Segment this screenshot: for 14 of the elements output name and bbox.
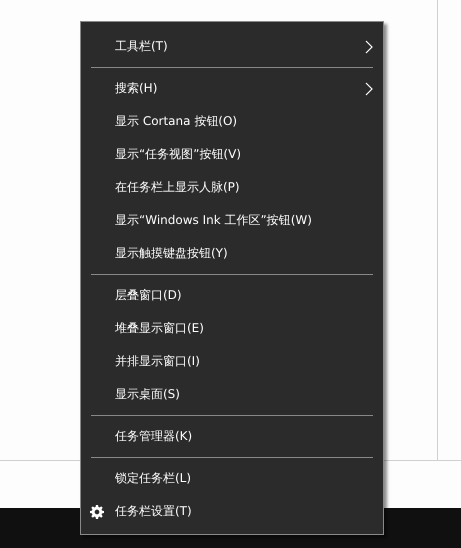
menu-item[interactable]: 并排显示窗口(I)	[81, 345, 383, 378]
menu-item[interactable]: 在任务栏上显示人脉(P)	[81, 171, 383, 204]
menu-item[interactable]: 层叠窗口(D)	[81, 279, 383, 312]
menu-item[interactable]: 堆叠显示窗口(E)	[81, 312, 383, 345]
menu-item[interactable]: 显示桌面(S)	[81, 378, 383, 411]
menu-item[interactable]: 工具栏(T)	[81, 30, 383, 63]
menu-item[interactable]: 锁定任务栏(L)	[81, 462, 383, 495]
menu-item[interactable]: 搜索(H)	[81, 72, 383, 105]
menu-item[interactable]: 显示触摸键盘按钮(Y)	[81, 237, 383, 270]
menu-item[interactable]: 显示 Cortana 按钮(O)	[81, 105, 383, 138]
menu-item[interactable]: 显示“任务视图”按钮(V)	[81, 138, 383, 171]
menu-item[interactable]: 任务管理器(K)	[81, 420, 383, 453]
menu-item[interactable]: 显示“Windows Ink 工作区”按钮(W)	[81, 204, 383, 237]
menu-item[interactable]: 任务栏设置(T)	[81, 495, 383, 528]
